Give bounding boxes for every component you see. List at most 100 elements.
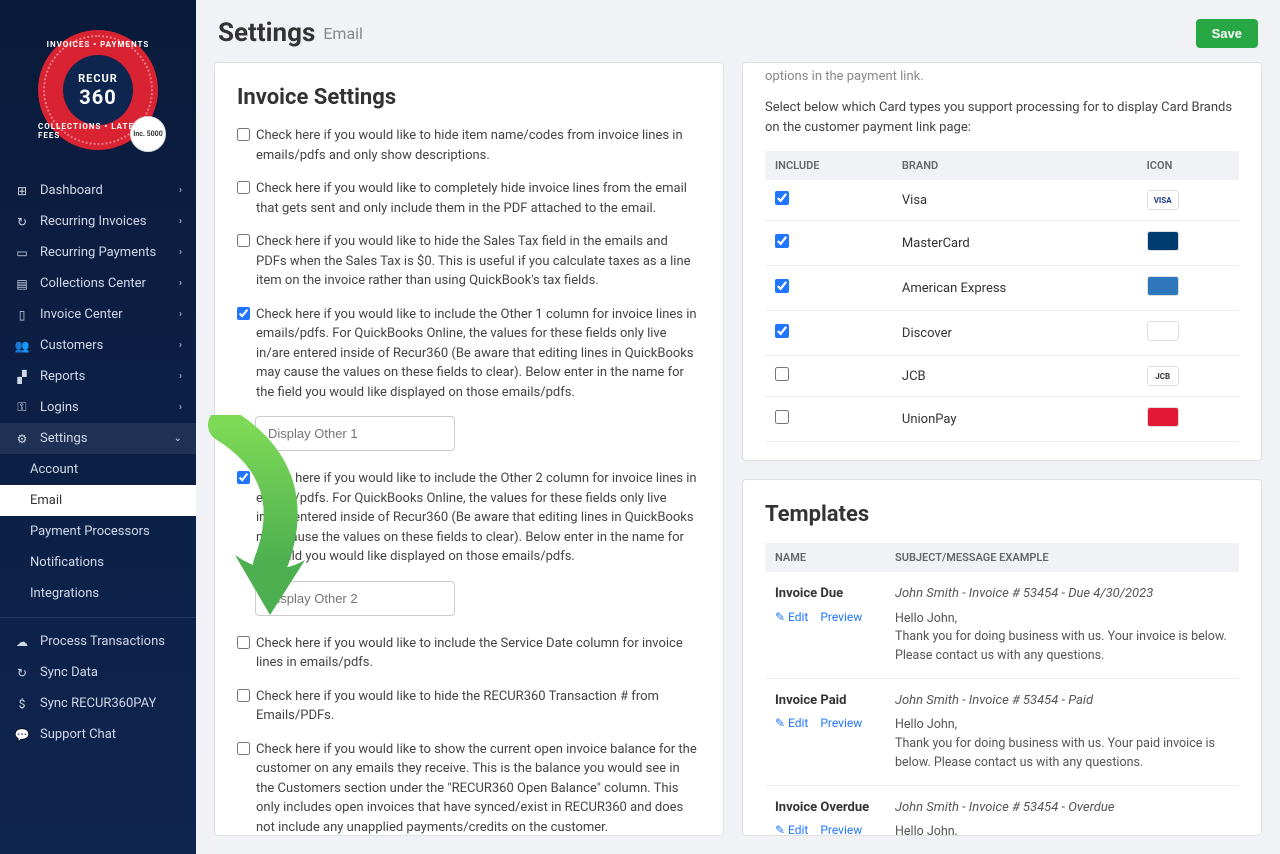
- card-brand-name: Visa: [892, 180, 1137, 221]
- checkbox-hide-invoice-lines[interactable]: [237, 181, 250, 194]
- nav-settings-email[interactable]: Email: [0, 485, 196, 516]
- card-brand-icon: [1147, 231, 1179, 251]
- input-other1-label[interactable]: [255, 416, 455, 451]
- card-icon: ▭: [14, 246, 30, 260]
- opt-service-date[interactable]: Check here if you would like to include …: [237, 634, 701, 673]
- card-brand-name: American Express: [892, 266, 1137, 311]
- opt-open-balance[interactable]: Check here if you would like to show the…: [237, 740, 701, 837]
- chart-icon: ▞: [14, 370, 30, 384]
- card-brand-name: MasterCard: [892, 221, 1137, 266]
- opt-hide-sales-tax[interactable]: Check here if you would like to hide the…: [237, 232, 701, 291]
- template-body: Hello John,Thank you for doing business …: [895, 716, 1229, 772]
- card-brand-name: Discover: [892, 311, 1137, 356]
- nav-settings-notifications[interactable]: Notifications: [0, 547, 196, 578]
- card-include-checkbox[interactable]: [775, 191, 789, 205]
- nav-collections[interactable]: ▤Collections Center›: [0, 268, 196, 299]
- template-edit-link[interactable]: ✎ Edit: [775, 610, 808, 624]
- card-row: JCB JCB: [765, 356, 1239, 397]
- refresh-icon: ↻: [14, 215, 30, 229]
- template-body: Hello John,Thank you for doing business …: [895, 610, 1229, 666]
- template-subject: John Smith - Invoice # 53454 - Overdue: [895, 798, 1229, 818]
- users-icon: 👥: [14, 339, 30, 353]
- checkbox-other1[interactable]: [237, 307, 250, 320]
- template-row: Invoice Overdue ✎ EditPreview John Smith…: [765, 785, 1239, 836]
- nav-settings-integrations[interactable]: Integrations: [0, 578, 196, 609]
- opt-hide-transaction-num[interactable]: Check here if you would like to hide the…: [237, 687, 701, 726]
- chevron-right-icon: ›: [179, 371, 182, 382]
- page-subtitle: Email: [323, 24, 363, 43]
- template-name: Invoice Due: [775, 584, 875, 604]
- nav-recurring-invoices[interactable]: ↻Recurring Invoices›: [0, 206, 196, 237]
- card-brand-icon: [1147, 321, 1179, 341]
- chevron-right-icon: ›: [179, 340, 182, 351]
- th-subject: Subject/Message Example: [885, 543, 1239, 572]
- template-row: Invoice Paid ✎ EditPreview John Smith - …: [765, 678, 1239, 785]
- template-preview-link[interactable]: Preview: [820, 823, 862, 836]
- checkbox-service-date[interactable]: [237, 636, 250, 649]
- checkbox-hide-sales-tax[interactable]: [237, 234, 250, 247]
- nav-sync-recur360pay[interactable]: $Sync RECUR360PAY: [0, 688, 196, 719]
- page-header: Settings Email Save: [196, 0, 1280, 62]
- logo: INVOICES • PAYMENTS COLLECTIONS • LATE F…: [0, 0, 196, 175]
- main: Settings Email Save Invoice Settings Che…: [196, 0, 1280, 854]
- opt-other1-column[interactable]: Check here if you would like to include …: [237, 305, 701, 403]
- card-include-checkbox[interactable]: [775, 279, 789, 293]
- nav-recurring-payments[interactable]: ▭Recurring Payments›: [0, 237, 196, 268]
- nav-customers[interactable]: 👥Customers›: [0, 330, 196, 361]
- save-button[interactable]: Save: [1196, 19, 1258, 48]
- page-title: Settings: [218, 18, 315, 48]
- templates-heading: Templates: [765, 502, 1239, 527]
- card-include-checkbox[interactable]: [775, 234, 789, 248]
- nav-logins[interactable]: ⚿Logins›: [0, 392, 196, 423]
- gear-icon: ⚙: [14, 432, 30, 446]
- nav-reports[interactable]: ▞Reports›: [0, 361, 196, 392]
- cloud-icon: ☁: [14, 635, 30, 649]
- nav-process-transactions[interactable]: ☁Process Transactions: [0, 626, 196, 657]
- checkbox-other2[interactable]: [237, 471, 250, 484]
- nav-settings[interactable]: ⚙Settings⌄: [0, 423, 196, 454]
- input-other2-label[interactable]: [255, 581, 455, 616]
- template-preview-link[interactable]: Preview: [820, 716, 862, 730]
- sync-icon: ↻: [14, 666, 30, 680]
- opt-hide-item-codes[interactable]: Check here if you would like to hide ite…: [237, 126, 701, 165]
- template-subject: John Smith - Invoice # 53454 - Due 4/30/…: [895, 584, 1229, 604]
- checkbox-hide-txn[interactable]: [237, 689, 250, 702]
- template-preview-link[interactable]: Preview: [820, 610, 862, 624]
- clipboard-icon: ▤: [14, 277, 30, 291]
- card-brand-icon: JCB: [1147, 366, 1179, 386]
- opt-other2-column[interactable]: Check here if you would like to include …: [237, 469, 701, 567]
- th-name: Name: [765, 543, 885, 572]
- invoice-settings-heading: Invoice Settings: [237, 85, 701, 110]
- nav-settings-payment-processors[interactable]: Payment Processors: [0, 516, 196, 547]
- chevron-right-icon: ›: [179, 216, 182, 227]
- card-brands-panel: options in the payment link. Select belo…: [742, 62, 1262, 461]
- chevron-right-icon: ›: [179, 247, 182, 258]
- card-row: MasterCard: [765, 221, 1239, 266]
- chevron-right-icon: ›: [179, 185, 182, 196]
- card-brand-name: UnionPay: [892, 397, 1137, 442]
- card-row: Visa VISA: [765, 180, 1239, 221]
- nav-dashboard[interactable]: ⊞Dashboard›: [0, 175, 196, 206]
- chat-icon: 💬: [14, 728, 30, 742]
- nav-invoice-center[interactable]: ▯Invoice Center›: [0, 299, 196, 330]
- card-brand-icon: VISA: [1147, 190, 1179, 210]
- th-include: Include: [765, 151, 892, 180]
- nav-sync-data[interactable]: ↻Sync Data: [0, 657, 196, 688]
- card-row: Discover: [765, 311, 1239, 356]
- chevron-right-icon: ›: [179, 278, 182, 289]
- checkbox-hide-item-codes[interactable]: [237, 128, 250, 141]
- opt-hide-invoice-lines[interactable]: Check here if you would like to complete…: [237, 179, 701, 218]
- dollar-icon: $: [14, 697, 30, 711]
- card-include-checkbox[interactable]: [775, 367, 789, 381]
- th-brand: Brand: [892, 151, 1137, 180]
- checkbox-open-balance[interactable]: [237, 742, 250, 755]
- dashboard-icon: ⊞: [14, 184, 30, 198]
- chevron-right-icon: ›: [179, 402, 182, 413]
- nav-support-chat[interactable]: 💬Support Chat: [0, 719, 196, 750]
- template-edit-link[interactable]: ✎ Edit: [775, 823, 808, 836]
- nav-settings-account[interactable]: Account: [0, 454, 196, 485]
- card-include-checkbox[interactable]: [775, 410, 789, 424]
- template-edit-link[interactable]: ✎ Edit: [775, 716, 808, 730]
- chevron-down-icon: ⌄: [174, 433, 182, 444]
- card-include-checkbox[interactable]: [775, 324, 789, 338]
